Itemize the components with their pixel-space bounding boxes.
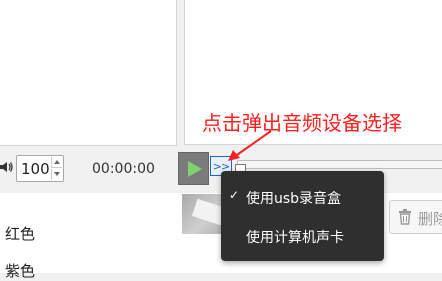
trash-icon <box>399 209 411 225</box>
play-button[interactable] <box>178 152 209 185</box>
volume-value[interactable]: 100 <box>21 160 50 178</box>
menu-item-computer-soundcard[interactable]: 使用计算机声卡 <box>221 217 384 255</box>
spin-down-arrow-icon[interactable] <box>51 169 62 180</box>
list-item[interactable]: 紫色 <box>5 260 35 281</box>
checkmark-icon: ✓ <box>229 188 240 202</box>
delete-button[interactable]: 删除 <box>389 200 442 234</box>
delete-button-label: 删除 <box>418 210 442 228</box>
menu-item-label: 使用计算机声卡 <box>246 230 344 246</box>
volume-spinbox[interactable]: 100 <box>16 155 64 182</box>
menu-item-label: 使用usb录音盒 <box>246 191 342 207</box>
play-icon <box>188 161 202 177</box>
list-item[interactable]: 红色 <box>5 223 35 244</box>
spin-up-arrow-icon[interactable] <box>51 157 62 168</box>
audio-device-menu: ✓ 使用usb录音盒 使用计算机声卡 <box>221 171 384 261</box>
speaker-icon[interactable] <box>0 159 14 175</box>
left-panel <box>0 0 177 146</box>
menu-item-usb-recorder[interactable]: ✓ 使用usb录音盒 <box>221 178 384 216</box>
annotation-arrow-icon <box>228 130 272 161</box>
time-display: 00:00:00 <box>92 161 155 177</box>
